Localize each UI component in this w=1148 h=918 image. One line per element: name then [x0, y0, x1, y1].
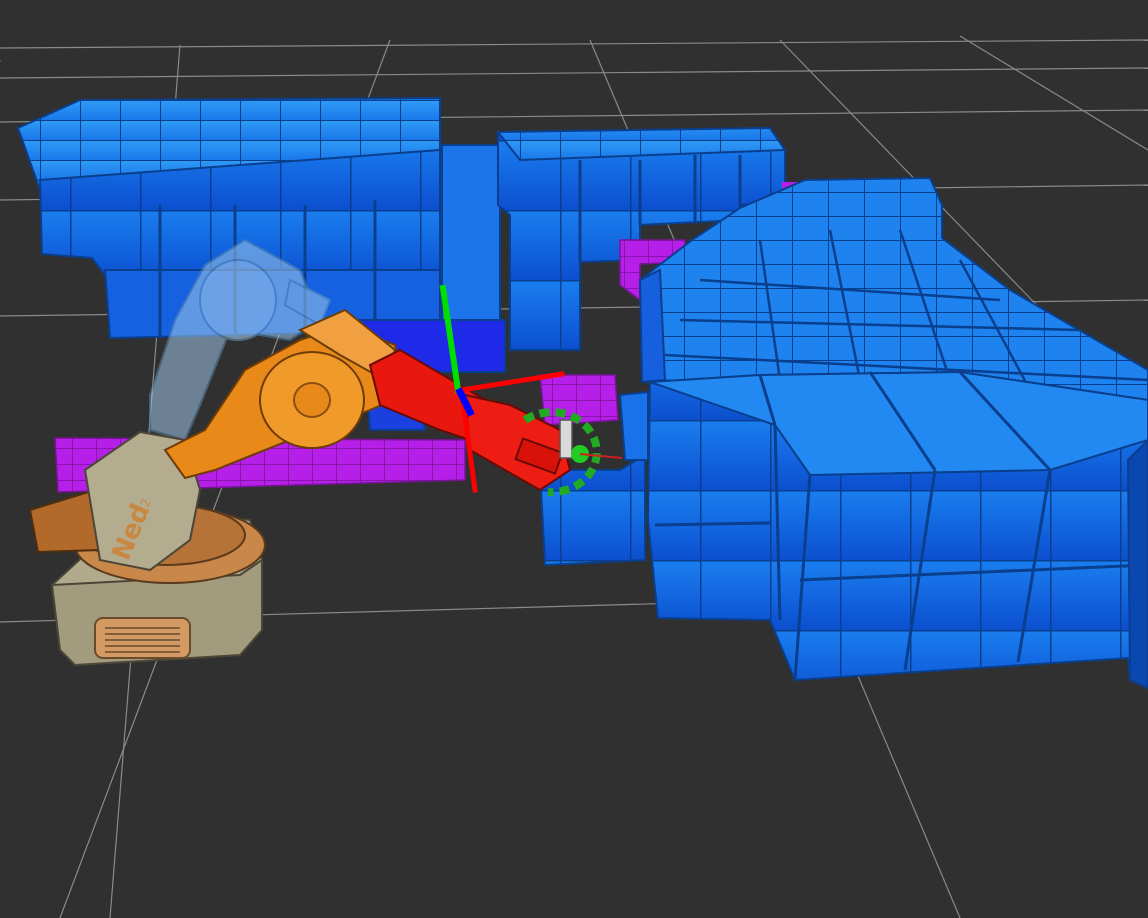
rviz-3d-viewport[interactable]: Ned 2 [0, 0, 1148, 918]
occupancy-voxels-front-large [646, 370, 1148, 690]
